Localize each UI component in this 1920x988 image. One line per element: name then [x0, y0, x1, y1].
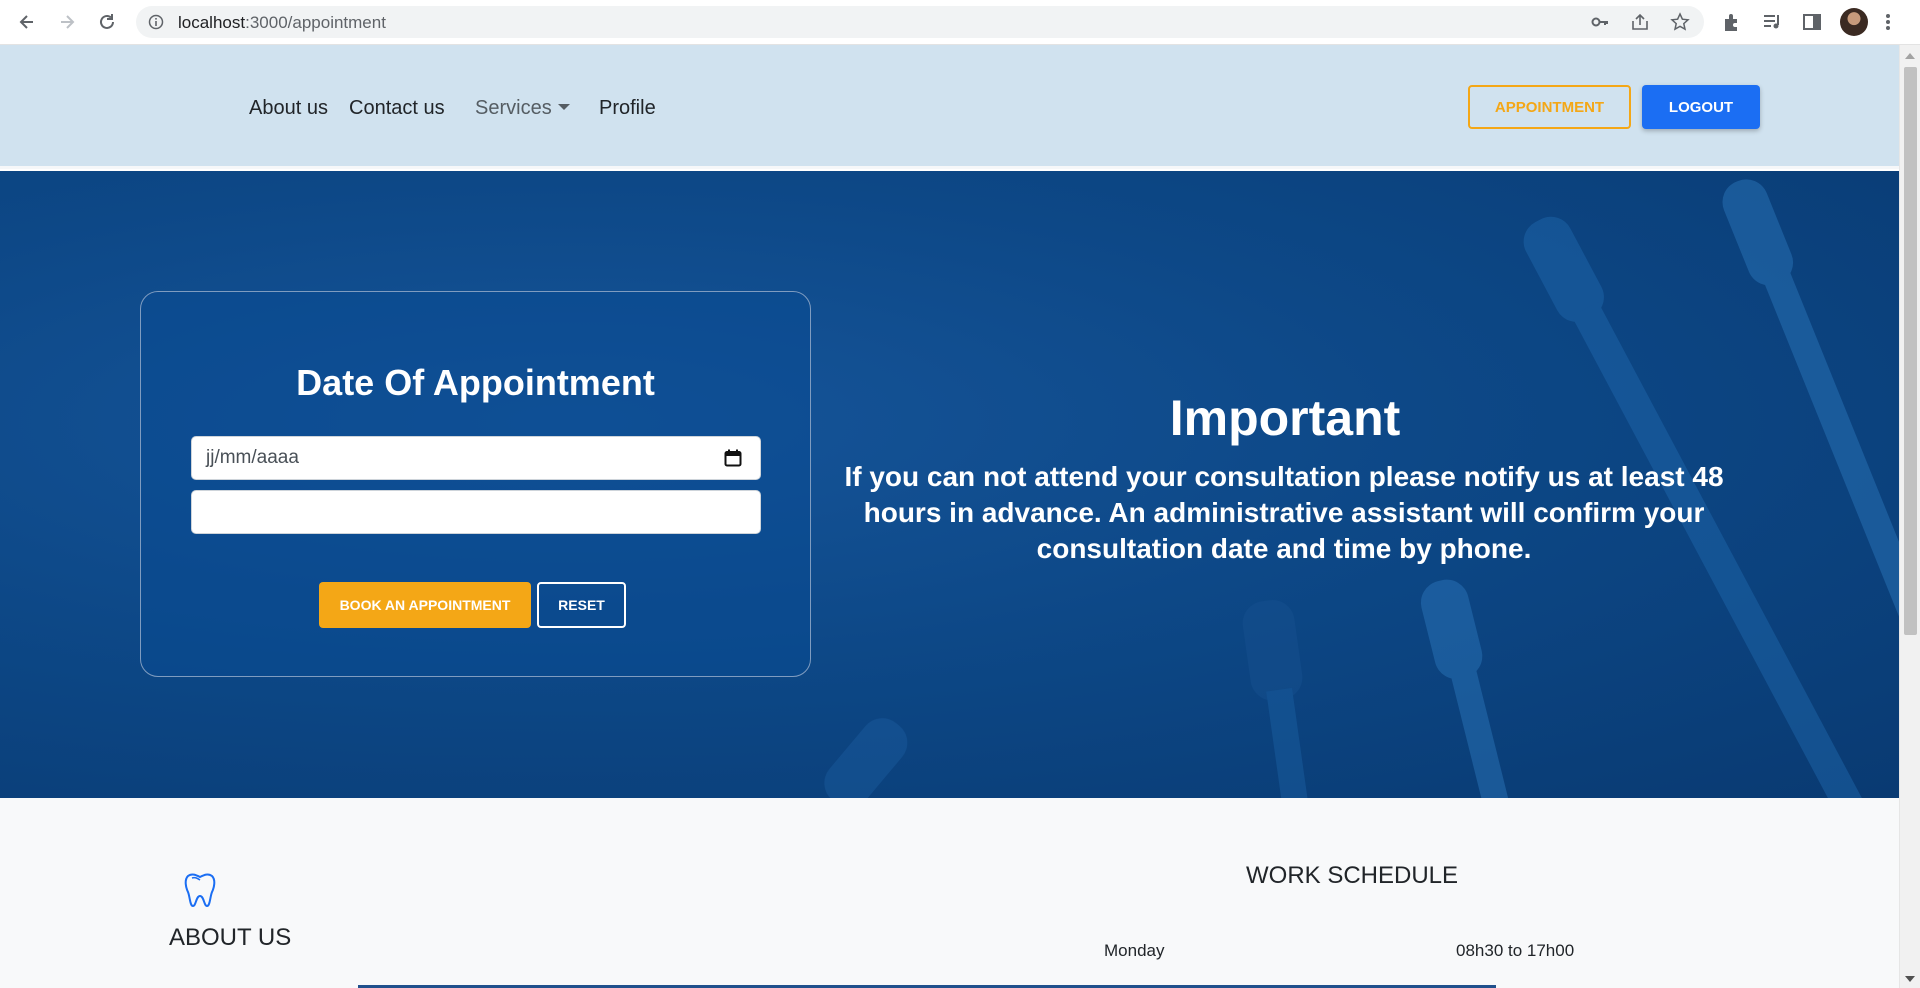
- back-icon[interactable]: [14, 9, 40, 35]
- notice-text: If you can not attend your consultation …: [844, 461, 1724, 564]
- appointment-form-card: Date Of Appointment jj/mm/aaaa BOOK AN A…: [140, 291, 811, 677]
- media-control-icon[interactable]: [1761, 11, 1783, 33]
- forward-icon[interactable]: [54, 9, 80, 35]
- nav-link-about[interactable]: About us: [249, 97, 328, 120]
- address-bar[interactable]: localhost:3000/appointment: [136, 6, 1704, 38]
- scroll-up-icon[interactable]: [1905, 53, 1915, 59]
- key-icon[interactable]: [1590, 12, 1610, 32]
- bookmark-star-icon[interactable]: [1670, 12, 1690, 32]
- side-panel-icon[interactable]: [1801, 11, 1823, 33]
- tooth-logo-icon: [180, 870, 220, 915]
- page-scrollbar[interactable]: [1899, 45, 1920, 988]
- footer-section: ABOUT US WORK SCHEDULE Monday 08h30 to 1…: [0, 798, 1899, 988]
- about-us-heading: ABOUT US: [169, 924, 292, 951]
- nav-dropdown-services[interactable]: Services: [475, 97, 570, 120]
- calendar-icon[interactable]: [724, 449, 742, 473]
- logout-button[interactable]: LOGOUT: [1642, 85, 1760, 129]
- chevron-down-icon: [557, 104, 570, 110]
- site-info-icon[interactable]: [148, 14, 164, 35]
- hero-section: Date Of Appointment jj/mm/aaaa BOOK AN A…: [0, 171, 1899, 798]
- url-path: :3000/appointment: [245, 13, 386, 32]
- notice-title: Important: [1169, 390, 1401, 446]
- reload-icon[interactable]: [94, 9, 120, 35]
- browser-toolbar: localhost:3000/appointment: [0, 0, 1920, 45]
- schedule-day: Monday: [1104, 941, 1165, 960]
- work-schedule-heading: WORK SCHEDULE: [1246, 862, 1459, 889]
- profile-avatar[interactable]: [1840, 8, 1868, 36]
- form-title: Date Of Appointment: [296, 362, 655, 403]
- url-host: localhost: [178, 13, 246, 32]
- date-input[interactable]: jj/mm/aaaa: [191, 436, 761, 480]
- url-text: localhost:3000/appointment: [178, 13, 386, 33]
- extensions-icon[interactable]: [1721, 11, 1743, 33]
- scroll-thumb[interactable]: [1904, 67, 1917, 635]
- schedule-hours: 08h30 to 17h00: [1456, 941, 1575, 960]
- reset-button[interactable]: RESET: [537, 582, 626, 628]
- nav-services-label: Services: [475, 97, 552, 119]
- scroll-down-icon[interactable]: [1905, 976, 1915, 982]
- time-select-input[interactable]: [191, 490, 761, 534]
- share-icon[interactable]: [1630, 12, 1650, 32]
- date-placeholder: jj/mm/aaaa: [206, 447, 299, 468]
- nav-link-profile[interactable]: Profile: [599, 97, 656, 120]
- appointment-button[interactable]: APPOINTMENT: [1468, 85, 1631, 129]
- book-appointment-button[interactable]: BOOK AN APPOINTMENT: [319, 582, 531, 628]
- more-menu-icon[interactable]: [1883, 11, 1905, 33]
- nav-link-contact[interactable]: Contact us: [349, 97, 445, 120]
